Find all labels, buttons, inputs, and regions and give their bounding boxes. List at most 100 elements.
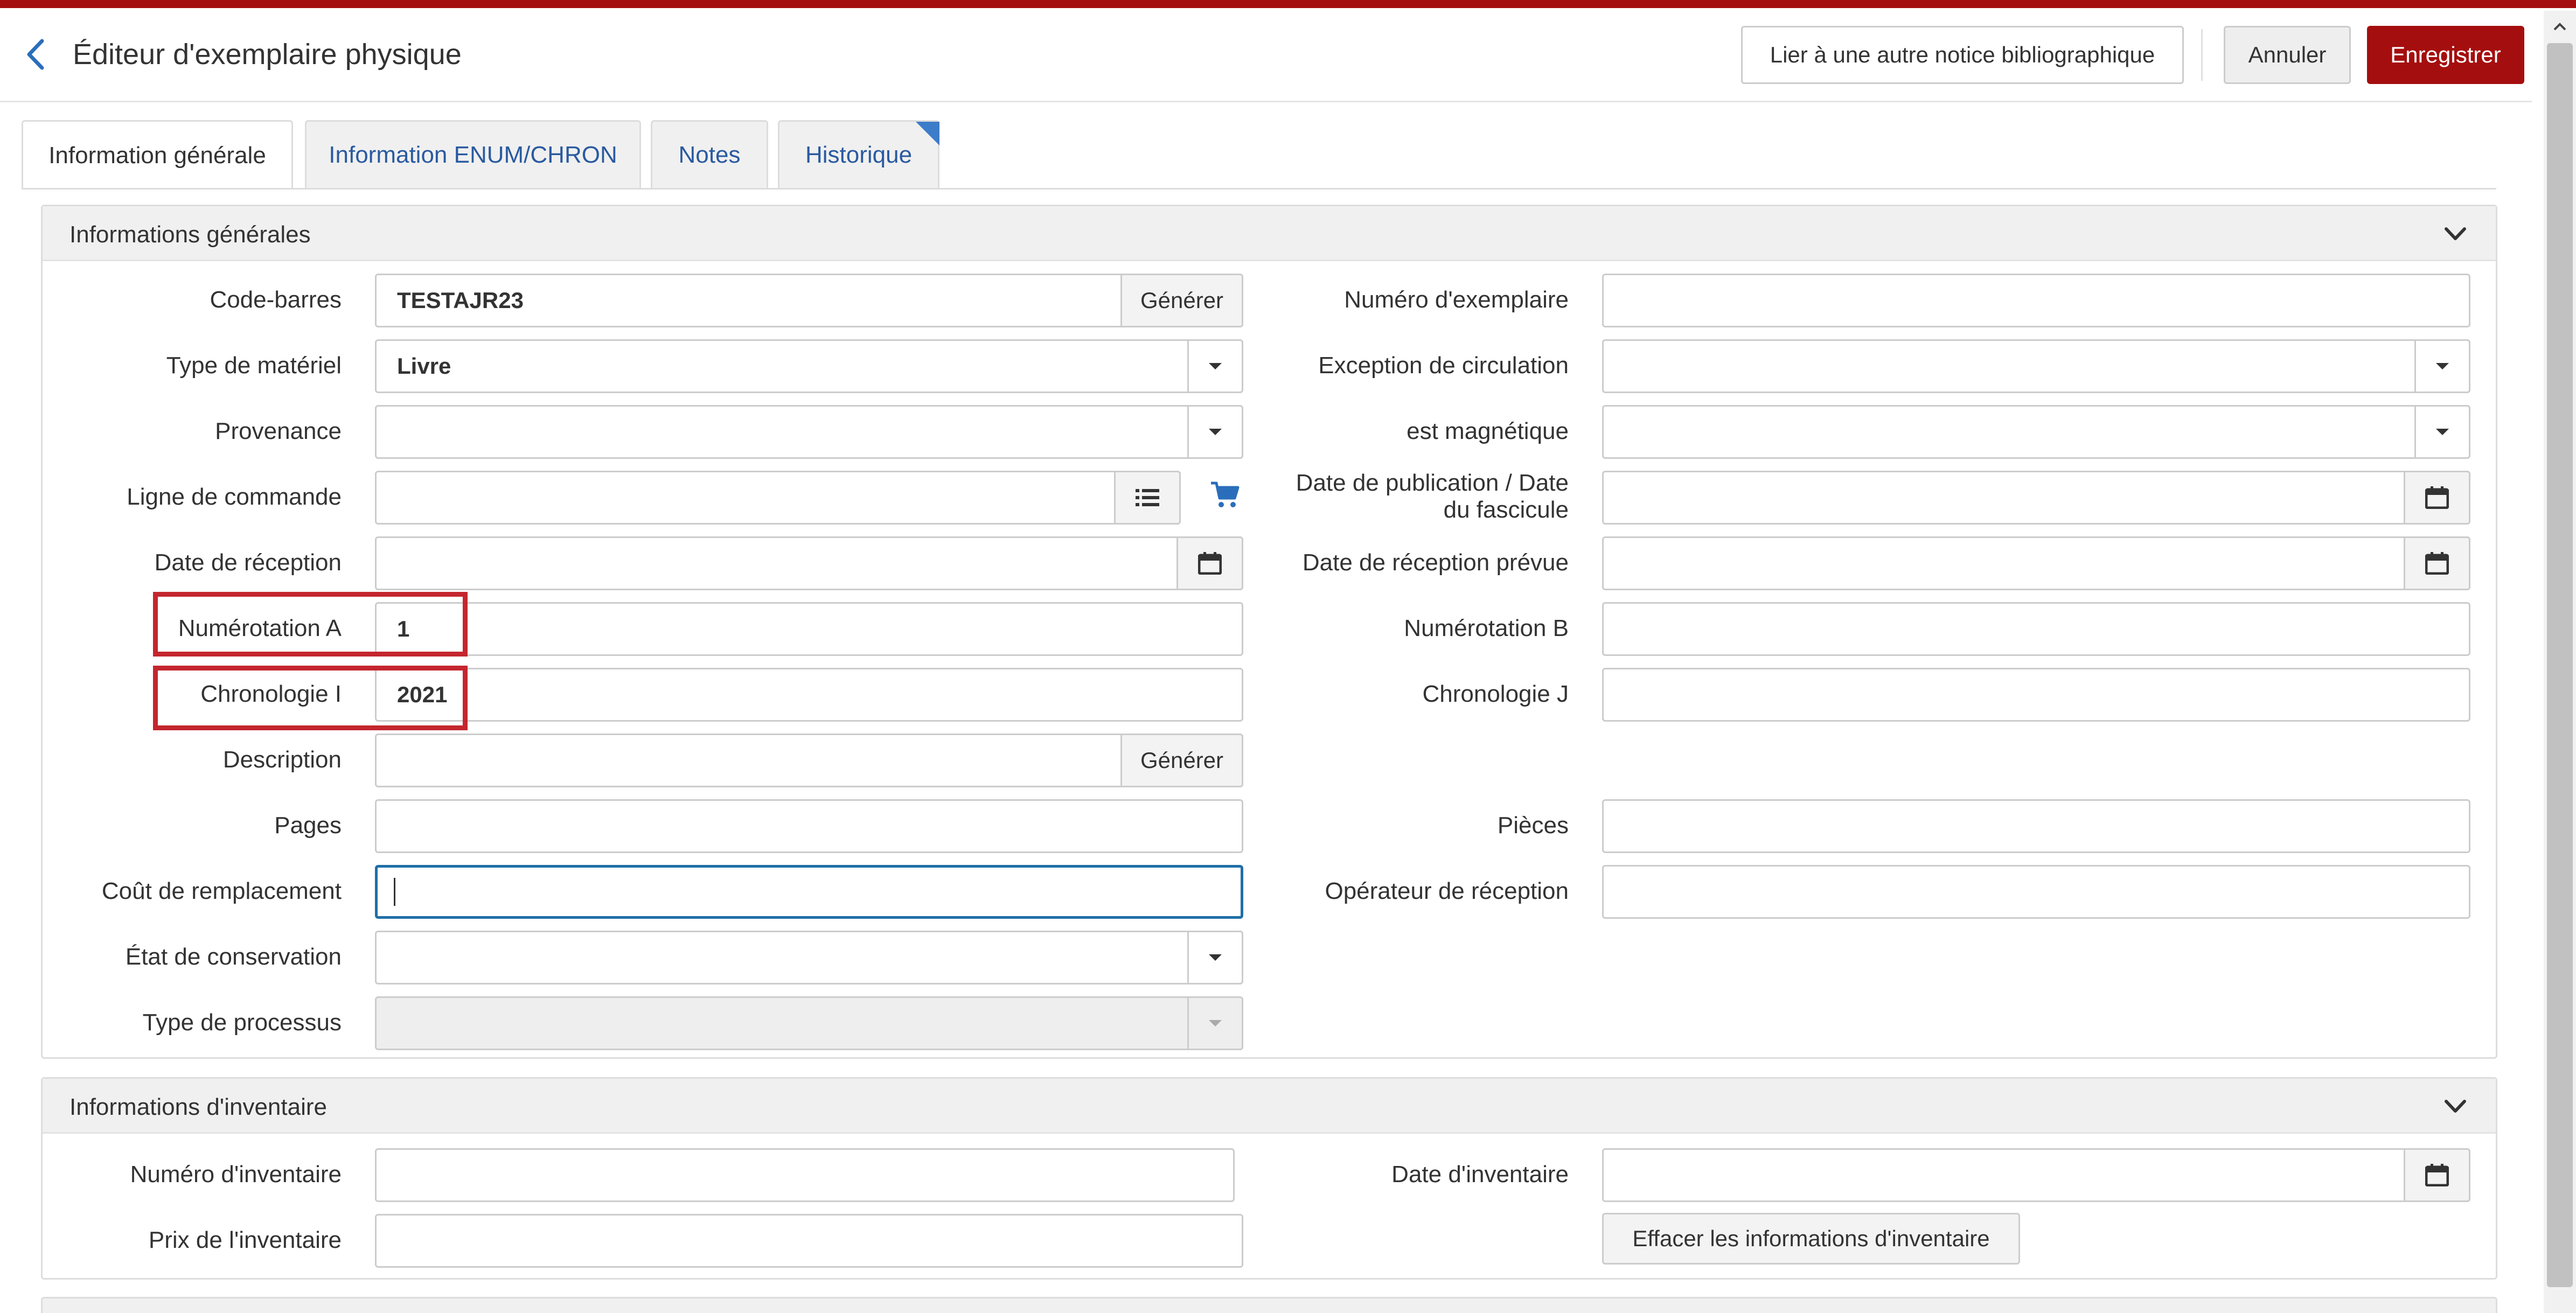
text-cursor: [394, 878, 395, 906]
caret-down-icon: [1209, 429, 1222, 435]
back-button[interactable]: [22, 36, 48, 73]
magnetic-select[interactable]: [1602, 405, 2470, 459]
process-type-select: [375, 996, 1243, 1050]
cancel-button[interactable]: Annuler: [2224, 26, 2351, 84]
caret-down-icon: [1209, 954, 1222, 961]
next-section-header[interactable]: [41, 1297, 2497, 1313]
receiving-operator-label: Opérateur de réception: [1325, 878, 1569, 904]
header-divider: [0, 101, 2532, 102]
pieces-field[interactable]: [1602, 799, 2470, 853]
inventory-date-picker-button[interactable]: [2404, 1148, 2470, 1202]
tab-notes[interactable]: Notes: [651, 120, 768, 188]
enum-a-field[interactable]: 1: [375, 602, 1243, 656]
chevron-down-icon[interactable]: [2442, 222, 2469, 246]
process-type-dropdown-toggle: [1187, 996, 1243, 1050]
item-number-label: Numéro d'exemplaire: [1344, 287, 1569, 313]
barcode-label: Code-barres: [210, 287, 342, 313]
provenance-dropdown-toggle[interactable]: [1187, 405, 1243, 459]
tab-general-info[interactable]: Information générale: [22, 120, 293, 190]
section-header[interactable]: Informations générales: [43, 206, 2496, 261]
inventory-price-field[interactable]: [375, 1214, 1243, 1268]
chevron-up-icon: [2553, 23, 2566, 31]
enum-b-label: Numérotation B: [1404, 615, 1569, 641]
pub-date-label: Date de publication / Date du fascicule: [1296, 470, 1569, 523]
cart-icon[interactable]: [1210, 481, 1240, 509]
condition-label: État de conservation: [125, 944, 342, 970]
generate-barcode-button[interactable]: Générer: [1120, 274, 1243, 327]
clear-inventory-button[interactable]: Effacer les informations d'inventaire: [1602, 1213, 2020, 1265]
chron-j-label: Chronologie J: [1422, 681, 1569, 707]
save-button[interactable]: Enregistrer: [2367, 26, 2524, 84]
provenance-select[interactable]: [375, 405, 1243, 459]
material-type-select[interactable]: Livre: [375, 339, 1243, 393]
caret-down-icon: [2436, 363, 2449, 369]
pages-field[interactable]: [375, 799, 1243, 853]
pieces-label: Pièces: [1497, 812, 1569, 839]
inventory-date-label: Date d'inventaire: [1391, 1161, 1569, 1188]
enum-a-highlight-box: [153, 592, 468, 656]
calendar-icon: [2425, 552, 2449, 575]
magnetic-label: est magnétique: [1407, 418, 1569, 444]
order-line-label: Ligne de commande: [127, 484, 342, 510]
inventory-number-label: Numéro d'inventaire: [130, 1161, 342, 1188]
scroll-up-button[interactable]: [2544, 11, 2576, 43]
circ-exception-dropdown-toggle[interactable]: [2414, 339, 2470, 393]
tabs-divider: [22, 188, 2496, 190]
top-accent-bar: [0, 0, 2576, 8]
expected-receipt-label: Date de réception prévue: [1302, 549, 1569, 576]
chevron-down-icon[interactable]: [2442, 1095, 2469, 1119]
page-title: Éditeur d'exemplaire physique: [73, 38, 462, 71]
description-field[interactable]: Générer: [375, 734, 1243, 787]
expected-receipt-field[interactable]: [1602, 536, 2470, 590]
link-bib-record-button[interactable]: Lier à une autre notice bibliographique: [1741, 26, 2184, 84]
order-line-field[interactable]: [375, 471, 1181, 525]
caret-down-icon: [1209, 1020, 1222, 1026]
section-header[interactable]: Informations d'inventaire: [43, 1079, 2496, 1134]
calendar-icon: [2425, 1164, 2449, 1186]
chron-i-field[interactable]: 2021: [375, 668, 1243, 722]
circ-exception-label: Exception de circulation: [1318, 352, 1569, 379]
process-type-label: Type de processus: [142, 1009, 342, 1036]
order-line-list-button[interactable]: [1114, 471, 1181, 525]
calendar-icon: [1198, 552, 1222, 575]
generate-description-button[interactable]: Générer: [1120, 734, 1243, 787]
tab-history[interactable]: Historique: [778, 120, 939, 188]
pages-label: Pages: [274, 812, 342, 839]
chron-i-highlight-box: [153, 666, 468, 730]
caret-down-icon: [1209, 363, 1222, 369]
barcode-value: TESTAJR23: [397, 288, 524, 313]
section-title: Informations d'inventaire: [69, 1094, 327, 1120]
tab-enum-chron[interactable]: Information ENUM/CHRON: [305, 120, 641, 188]
inventory-price-label: Prix de l'inventaire: [148, 1227, 342, 1253]
enum-b-field[interactable]: [1602, 602, 2470, 656]
chron-j-field[interactable]: [1602, 668, 2470, 722]
pub-date-field[interactable]: [1602, 471, 2470, 525]
replacement-cost-label: Coût de remplacement: [101, 878, 342, 904]
item-number-field[interactable]: [1602, 274, 2470, 327]
circ-exception-select[interactable]: [1602, 339, 2470, 393]
magnetic-dropdown-toggle[interactable]: [2414, 405, 2470, 459]
condition-dropdown-toggle[interactable]: [1187, 931, 1243, 984]
provenance-label: Provenance: [215, 418, 342, 444]
receiving-operator-field[interactable]: [1602, 865, 2470, 919]
material-type-dropdown-toggle[interactable]: [1187, 339, 1243, 393]
receipt-date-field[interactable]: [375, 536, 1243, 590]
receipt-date-picker-button[interactable]: [1176, 536, 1243, 590]
scrollbar-thumb[interactable]: [2547, 43, 2573, 1287]
condition-select[interactable]: [375, 931, 1243, 984]
replacement-cost-field[interactable]: [375, 865, 1243, 919]
receipt-date-label: Date de réception: [154, 549, 342, 576]
inventory-date-field[interactable]: [1602, 1148, 2470, 1202]
expected-receipt-picker-button[interactable]: [2404, 536, 2470, 590]
material-type-value: Livre: [397, 353, 451, 379]
section-title: Informations générales: [69, 221, 311, 248]
calendar-icon: [2425, 486, 2449, 509]
header-separator: [2201, 29, 2203, 81]
list-icon: [1136, 489, 1159, 506]
barcode-field[interactable]: TESTAJR23 Générer: [375, 274, 1243, 327]
tab-corner-marker: [916, 122, 939, 145]
description-label: Description: [222, 746, 342, 773]
chevron-left-icon: [27, 39, 44, 70]
inventory-number-field[interactable]: [375, 1148, 1235, 1202]
pub-date-picker-button[interactable]: [2404, 471, 2470, 525]
